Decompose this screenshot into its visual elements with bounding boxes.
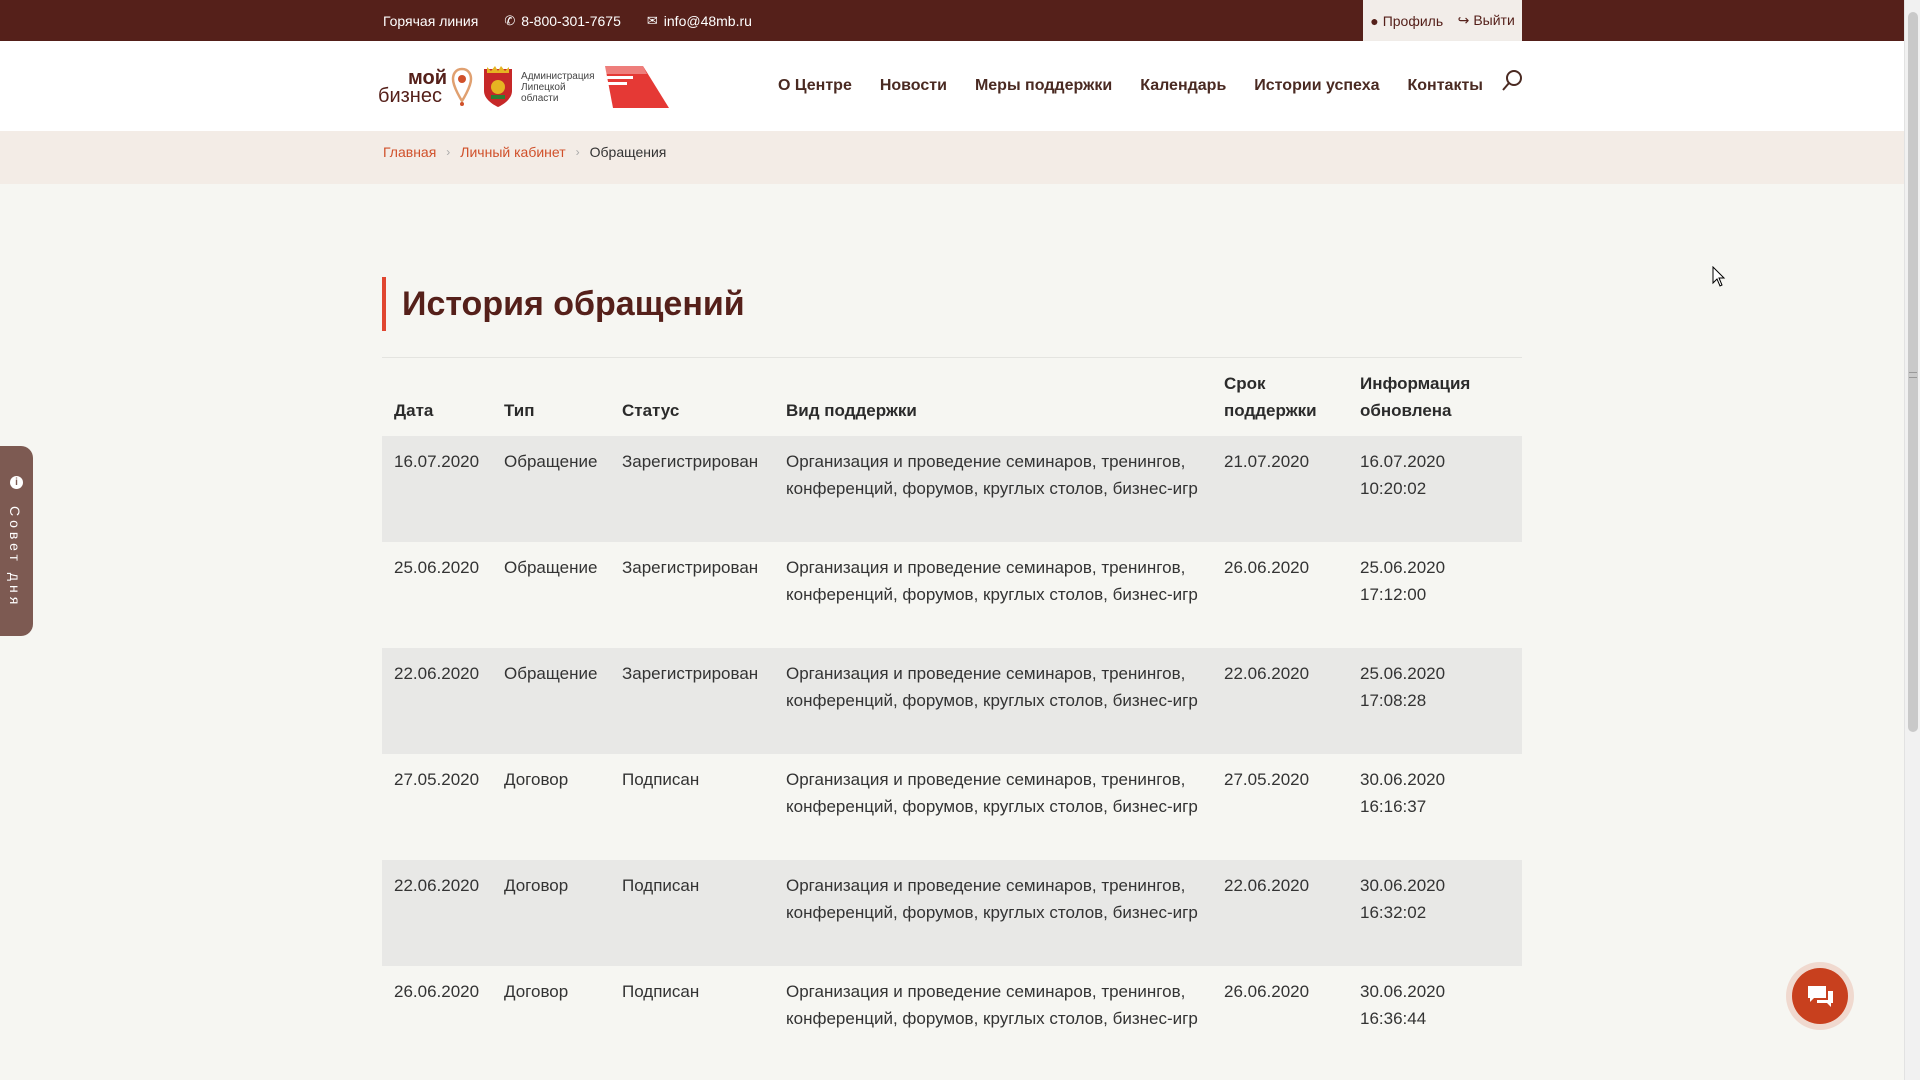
cell-type: Обращение <box>504 558 598 577</box>
cell-status: Подписан <box>622 876 700 895</box>
cell-kind: Организация и проведение семинаров, трен… <box>786 770 1198 816</box>
chat-button[interactable] <box>1786 962 1854 1030</box>
site-header: мой бизнес Администрация Липецкой област… <box>0 41 1904 131</box>
hotline-label: Горячая линия <box>383 12 479 29</box>
cell-status: Зарегистрирован <box>622 558 759 577</box>
cell-date: 27.05.2020 <box>394 770 480 789</box>
cell-status: Подписан <box>622 770 700 789</box>
cell-term: 27.05.2020 <box>1224 770 1310 789</box>
logout-icon: ↪ <box>1457 12 1470 28</box>
scrollbar[interactable] <box>1904 0 1920 1080</box>
chat-icon <box>1808 986 1833 1007</box>
table-row[interactable]: 27.05.2020 Договор Подписан Организация … <box>382 754 1522 860</box>
table-header: Дата Тип Статус Вид поддержки Срок подде… <box>382 362 1522 436</box>
header-type: Тип <box>504 401 535 420</box>
cell-updated: 30.06.2020 16:16:37 <box>1360 770 1446 816</box>
tip-of-day-tab[interactable]: i Совет дня <box>0 446 33 636</box>
cell-date: 16.07.2020 <box>394 452 480 471</box>
header-updated: Информация обновлена <box>1360 374 1471 420</box>
header-term: Срок поддержки <box>1224 374 1317 420</box>
phone-link[interactable]: ✆ 8-800-301-7675 <box>504 13 621 29</box>
breadcrumb-cabinet[interactable]: Личный кабинет <box>460 144 565 160</box>
breadcrumb: Главная › Личный кабинет › Обращения <box>383 144 666 160</box>
profile-link[interactable]: ● Профиль <box>1370 13 1443 29</box>
cell-type: Обращение <box>504 452 598 471</box>
breadcrumb-home[interactable]: Главная <box>383 144 436 160</box>
nav-stories[interactable]: Истории успеха <box>1254 77 1379 95</box>
admin-text: Администрация Липецкой области <box>521 70 595 104</box>
cell-term: 22.06.2020 <box>1224 664 1310 683</box>
moi-biznes-logo: мой бизнес <box>378 67 448 107</box>
cell-kind: Организация и проведение семинаров, трен… <box>786 876 1198 922</box>
national-projects-logo <box>605 66 670 108</box>
email-address[interactable]: info@48mb.ru <box>664 13 752 29</box>
cell-date: 26.06.2020 <box>394 982 480 1001</box>
table-row[interactable]: 25.06.2020 Обращение Зарегистрирован Орг… <box>382 542 1522 648</box>
nav-contacts[interactable]: Контакты <box>1408 77 1483 95</box>
cell-kind: Организация и проведение семинаров, трен… <box>786 452 1198 498</box>
pin-icon <box>451 67 473 106</box>
cell-term: 22.06.2020 <box>1224 876 1310 895</box>
mail-icon: ✉ <box>646 12 658 28</box>
page-title-block: История обращений <box>382 277 745 331</box>
nav-support[interactable]: Меры поддержки <box>975 77 1112 95</box>
tip-of-day-label[interactable]: Совет дня <box>7 506 23 608</box>
email-link[interactable]: ✉ info@48mb.ru <box>647 13 752 29</box>
user-icon: ● <box>1370 12 1379 29</box>
cell-updated: 30.06.2020 16:32:02 <box>1360 876 1446 922</box>
region-crest-icon <box>484 66 513 107</box>
cell-status: Подписан <box>622 982 700 1001</box>
logout-link[interactable]: ↪ Выйти <box>1458 12 1515 29</box>
table-row[interactable]: 22.06.2020 Обращение Зарегистрирован Орг… <box>382 648 1522 754</box>
cell-kind: Организация и проведение семинаров, трен… <box>786 558 1198 604</box>
phone-number[interactable]: 8-800-301-7675 <box>521 13 621 29</box>
cursor-icon <box>1712 266 1726 287</box>
cell-type: Обращение <box>504 664 598 683</box>
info-icon: i <box>10 476 23 489</box>
cell-date: 22.06.2020 <box>394 876 480 895</box>
cell-updated: 25.06.2020 17:12:00 <box>1360 558 1446 604</box>
table-row[interactable]: 22.06.2020 Договор Подписан Организация … <box>382 860 1522 966</box>
logout-label[interactable]: Выйти <box>1473 12 1514 28</box>
requests-table: Дата Тип Статус Вид поддержки Срок подде… <box>382 362 1522 1072</box>
nav-about[interactable]: О Центре <box>778 77 852 95</box>
cell-term: 26.06.2020 <box>1224 558 1310 577</box>
cell-status: Зарегистрирован <box>622 452 759 471</box>
header-kind: Вид поддержки <box>786 401 917 420</box>
phone-icon: ✆ <box>504 12 516 28</box>
cell-type: Договор <box>504 876 569 895</box>
cell-type: Договор <box>504 982 569 1001</box>
cell-date: 22.06.2020 <box>394 664 480 683</box>
search-icon[interactable] <box>1500 69 1524 93</box>
breadcrumb-current: Обращения <box>589 144 667 160</box>
hotline: Горячая линия <box>383 13 478 29</box>
divider <box>382 357 1522 358</box>
nav-news[interactable]: Новости <box>880 77 947 95</box>
chevron-right-icon: › <box>446 145 451 159</box>
cell-term: 26.06.2020 <box>1224 982 1310 1001</box>
chevron-right-icon: › <box>575 145 580 159</box>
header-date: Дата <box>394 401 434 420</box>
cell-kind: Организация и проведение семинаров, трен… <box>786 982 1198 1028</box>
table-row[interactable]: 16.07.2020 Обращение Зарегистрирован Орг… <box>382 436 1522 542</box>
cell-updated: 30.06.2020 16:36:44 <box>1360 982 1446 1028</box>
cell-date: 25.06.2020 <box>394 558 480 577</box>
cell-status: Зарегистрирован <box>622 664 759 683</box>
cell-term: 21.07.2020 <box>1224 452 1310 471</box>
cell-type: Договор <box>504 770 569 789</box>
breadcrumb-band: Главная › Личный кабинет › Обращения <box>0 131 1904 184</box>
main-nav: О Центре Новости Меры поддержки Календар… <box>778 77 1511 95</box>
nav-calendar[interactable]: Календарь <box>1140 77 1226 95</box>
site-logo[interactable]: мой бизнес Администрация Липецкой област… <box>378 61 671 113</box>
profile-label[interactable]: Профиль <box>1383 13 1443 29</box>
top-bar: Горячая линия ✆ 8-800-301-7675 ✉ info@48… <box>0 0 1904 41</box>
auth-panel: ● Профиль ↪ Выйти <box>1363 0 1522 41</box>
header-status: Статус <box>622 401 680 420</box>
table-row[interactable]: 26.06.2020 Договор Подписан Организация … <box>382 966 1522 1072</box>
cell-updated: 25.06.2020 17:08:28 <box>1360 664 1446 710</box>
cell-kind: Организация и проведение семинаров, трен… <box>786 664 1198 710</box>
cell-updated: 16.07.2020 10:20:02 <box>1360 452 1446 498</box>
page-title: История обращений <box>402 285 745 323</box>
